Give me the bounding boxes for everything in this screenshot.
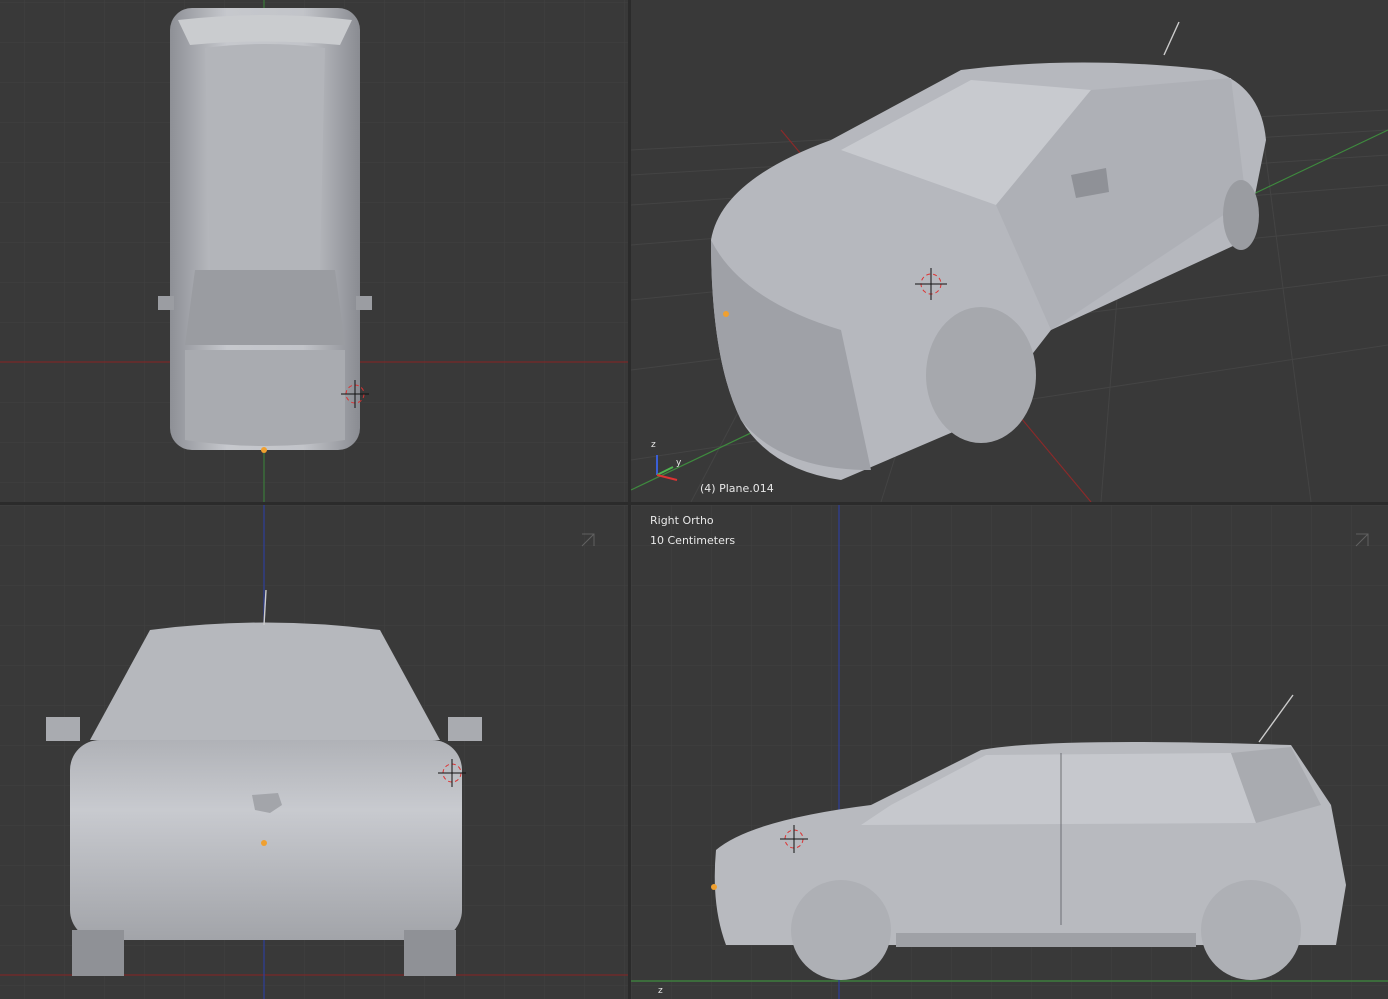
viewport-divider-vertical[interactable] [628,0,631,999]
split-corner-icon[interactable] [580,532,596,548]
split-corner-icon[interactable] [1354,532,1370,548]
viewport-divider-horizontal[interactable] [0,502,1388,505]
origin-dot [711,884,717,890]
gizmo-z-label: z [651,440,656,450]
axis-z-label: z [658,986,663,996]
viewport-top[interactable] [0,0,628,502]
viewport-right[interactable]: Right Ortho 10 Centimeters z [631,505,1388,999]
axis-gizmo [656,455,678,481]
gizmo-y-label: y [676,458,682,468]
viewport-perspective[interactable]: z y (4) Plane.014 [631,0,1388,502]
origin-dot [261,447,267,453]
view-scale: 10 Centimeters [650,534,736,547]
perspective-view-canvas [631,21,1388,502]
car-perspective-view [711,21,1266,480]
origin-dot [723,311,729,317]
top-view-canvas [0,0,628,502]
front-view-canvas [0,505,628,999]
view-name: Right Ortho [650,514,714,527]
object-label: (4) Plane.014 [700,482,774,495]
viewport-front[interactable] [0,505,628,999]
car-top-view [158,8,372,450]
origin-dot [261,840,267,846]
right-view-canvas [631,505,1388,999]
